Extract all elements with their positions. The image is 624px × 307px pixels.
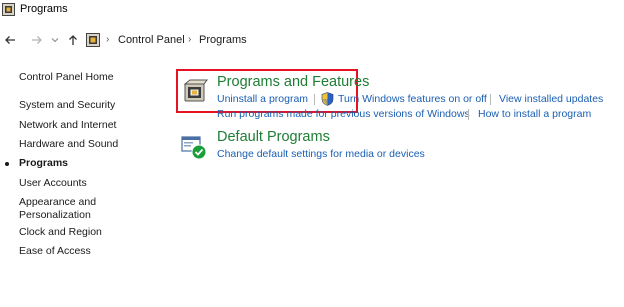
sidebar-item-label: Appearance and <box>19 196 97 208</box>
how-to-install-link[interactable]: How to install a program <box>478 108 591 121</box>
arrow-right-icon[interactable] <box>30 32 44 48</box>
navigation-bar: › Control Panel › Programs <box>0 28 624 54</box>
sidebar-item-hardware-sound[interactable]: Hardware and Sound <box>19 138 118 151</box>
programs-and-features-icon[interactable] <box>182 78 208 104</box>
programs-icon <box>2 3 15 16</box>
sidebar-item-label: Personalization <box>19 209 91 221</box>
sidebar-item-user-accounts[interactable]: User Accounts <box>19 177 87 190</box>
sidebar-item-ease-of-access[interactable]: Ease of Access <box>19 245 91 258</box>
divider <box>314 94 315 105</box>
sidebar-item-clock-region[interactable]: Clock and Region <box>19 226 102 239</box>
previous-versions-link[interactable]: Run programs made for previous versions … <box>217 108 470 121</box>
arrow-left-icon[interactable] <box>3 32 17 48</box>
change-defaults-link[interactable]: Change default settings for media or dev… <box>217 148 425 161</box>
windows-features-link[interactable]: Turn Windows features on or off <box>338 93 487 106</box>
default-programs-link[interactable]: Default Programs <box>217 129 330 145</box>
sidebar-control-panel-home[interactable]: Control Panel Home <box>19 71 114 84</box>
arrow-up-icon[interactable] <box>66 32 80 48</box>
sidebar-item-programs[interactable]: Programs <box>19 157 68 170</box>
breadcrumb-control-panel[interactable]: Control Panel <box>118 34 185 46</box>
sidebar-item-system-security[interactable]: System and Security <box>19 99 115 112</box>
installed-updates-link[interactable]: View installed updates <box>499 93 603 106</box>
active-item-bullet <box>5 162 9 166</box>
default-programs-icon[interactable] <box>181 134 207 160</box>
title-bar: Programs <box>0 0 624 24</box>
divider <box>490 94 491 105</box>
uninstall-program-link[interactable]: Uninstall a program <box>217 93 308 106</box>
chevron-down-icon[interactable] <box>50 32 60 48</box>
sidebar-item-appearance-personalization[interactable]: Appearance and Personalization <box>19 196 96 222</box>
programs-and-features-link[interactable]: Programs and Features <box>217 74 369 90</box>
divider <box>468 109 469 120</box>
breadcrumb-separator-icon[interactable]: › <box>188 34 191 45</box>
window-title: Programs <box>20 3 68 15</box>
programs-icon <box>86 33 100 47</box>
sidebar-item-network-internet[interactable]: Network and Internet <box>19 119 116 132</box>
breadcrumb-programs[interactable]: Programs <box>199 34 247 46</box>
breadcrumb-separator-icon[interactable]: › <box>106 34 109 45</box>
uac-shield-icon <box>321 92 334 106</box>
